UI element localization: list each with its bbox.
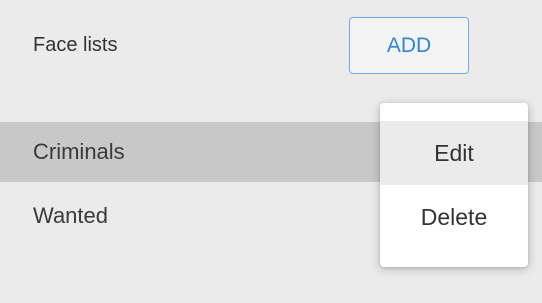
list-item-label: Wanted	[33, 203, 109, 228]
menu-item-label: Edit	[434, 139, 474, 166]
menu-top-padding	[380, 103, 528, 121]
context-menu: Edit Delete	[380, 103, 528, 267]
add-button[interactable]: ADD	[349, 17, 469, 74]
face-lists-panel: Face lists ADD Criminals Wanted Edit Del…	[0, 0, 542, 303]
menu-item-edit[interactable]: Edit	[380, 121, 528, 185]
list-item-label: Criminals	[33, 139, 125, 164]
page-title: Face lists	[33, 34, 118, 56]
menu-item-label: Delete	[420, 203, 488, 230]
menu-item-delete[interactable]: Delete	[380, 185, 528, 249]
